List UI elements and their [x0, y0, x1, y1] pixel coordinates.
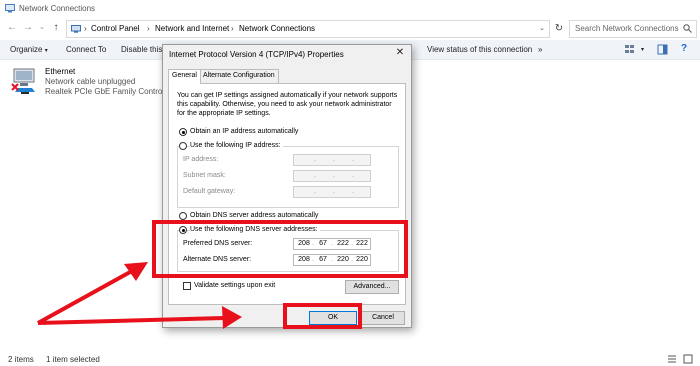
validate-checkbox[interactable]	[183, 282, 191, 290]
close-icon[interactable]: ✕	[391, 46, 409, 60]
network-connections-icon	[5, 4, 15, 13]
view-status-button[interactable]: View status of this connection	[427, 45, 532, 54]
change-view-icon[interactable]	[624, 44, 635, 55]
default-gateway-field: ...	[293, 186, 371, 198]
disconnected-x-icon	[11, 83, 19, 91]
search-placeholder: Search Network Connections	[575, 24, 679, 33]
status-bar: 2 items 1 item selected	[0, 352, 700, 366]
ip-address-label: IP address:	[183, 156, 219, 163]
forward-arrow-icon[interactable]: →	[22, 22, 34, 34]
search-input[interactable]: Search Network Connections	[569, 20, 697, 38]
ipv4-properties-dialog: Internet Protocol Version 4 (TCP/IPv4) P…	[162, 44, 412, 328]
ip-manual-label[interactable]: Use the following IP address:	[190, 142, 283, 149]
ok-highlight-box	[283, 303, 362, 329]
help-icon[interactable]: ?	[681, 43, 687, 54]
control-panel-icon	[71, 25, 81, 33]
arrow-to-dns-head	[124, 262, 148, 281]
ip-auto-radio[interactable]	[179, 128, 187, 136]
breadcrumb-separator-icon: ›	[231, 24, 234, 33]
connect-to-button[interactable]: Connect To	[66, 45, 106, 54]
preview-pane-icon[interactable]	[657, 44, 668, 55]
back-arrow-icon[interactable]: ←	[6, 22, 18, 34]
cancel-button[interactable]: Cancel	[361, 311, 405, 325]
connection-name: Ethernet	[45, 67, 76, 76]
recent-locations-chevron-icon[interactable]: ⌄	[36, 22, 48, 34]
breadcrumb-control-panel[interactable]: Control Panel	[91, 24, 139, 33]
address-bar-row: ← → ⌄ ↑ › Control Panel › Network and In…	[0, 18, 700, 40]
advanced-button[interactable]: Advanced...	[345, 280, 399, 294]
connection-status: Network cable unplugged	[45, 77, 136, 86]
organize-menu[interactable]: Organize ▾	[10, 45, 48, 54]
default-gateway-label: Default gateway:	[183, 188, 236, 195]
ip-auto-label[interactable]: Obtain an IP address automatically	[190, 128, 298, 135]
dns-highlight-box	[152, 220, 408, 278]
disable-device-button[interactable]: Disable this	[121, 45, 162, 54]
tab-alternate-configuration[interactable]: Alternate Configuration	[199, 69, 279, 83]
dns-auto-radio[interactable]	[179, 212, 187, 220]
address-dropdown-icon[interactable]: ⌄	[539, 24, 545, 32]
connection-adapter: Realtek PCIe GbE Family Controller	[45, 87, 174, 96]
chevron-down-icon: ▾	[44, 48, 48, 54]
breadcrumb-network-connections[interactable]: Network Connections	[239, 24, 315, 33]
address-bar[interactable]: › Control Panel › Network and Internet ›…	[66, 20, 550, 38]
search-icon	[683, 24, 692, 33]
large-icons-view-icon[interactable]	[683, 354, 693, 364]
subnet-mask-field: ...	[293, 170, 371, 182]
details-view-icon[interactable]	[667, 354, 677, 364]
ip-manual-radio[interactable]	[179, 142, 187, 150]
tab-general[interactable]: General	[168, 69, 201, 84]
refresh-icon[interactable]: ↻	[552, 20, 566, 38]
arrow-to-dns-line	[37, 269, 133, 325]
list-item[interactable]: Ethernet Network cable unplugged Realtek…	[8, 64, 173, 98]
subnet-mask-label: Subnet mask:	[183, 172, 226, 179]
validate-label[interactable]: Validate settings upon exit	[194, 282, 275, 289]
ip-address-field: ...	[293, 154, 371, 166]
breadcrumb-network-and-internet[interactable]: Network and Internet	[155, 24, 229, 33]
window-titlebar: Network Connections	[0, 0, 700, 18]
up-arrow-icon[interactable]: ↑	[50, 22, 62, 34]
item-count: 2 items	[8, 355, 34, 364]
view-options-chevron-icon[interactable]: ▾	[641, 46, 644, 53]
more-commands-button[interactable]: »	[538, 45, 542, 54]
dialog-title: Internet Protocol Version 4 (TCP/IPv4) P…	[169, 50, 344, 59]
breadcrumb-separator-icon: ›	[84, 24, 87, 33]
ethernet-adapter-icon	[13, 68, 35, 94]
breadcrumb-separator-icon: ›	[147, 24, 150, 33]
window-title: Network Connections	[19, 4, 96, 13]
dialog-description: You can get IP settings assigned automat…	[177, 92, 398, 117]
selection-count: 1 item selected	[46, 355, 100, 364]
dns-auto-label[interactable]: Obtain DNS server address automatically	[190, 212, 318, 219]
